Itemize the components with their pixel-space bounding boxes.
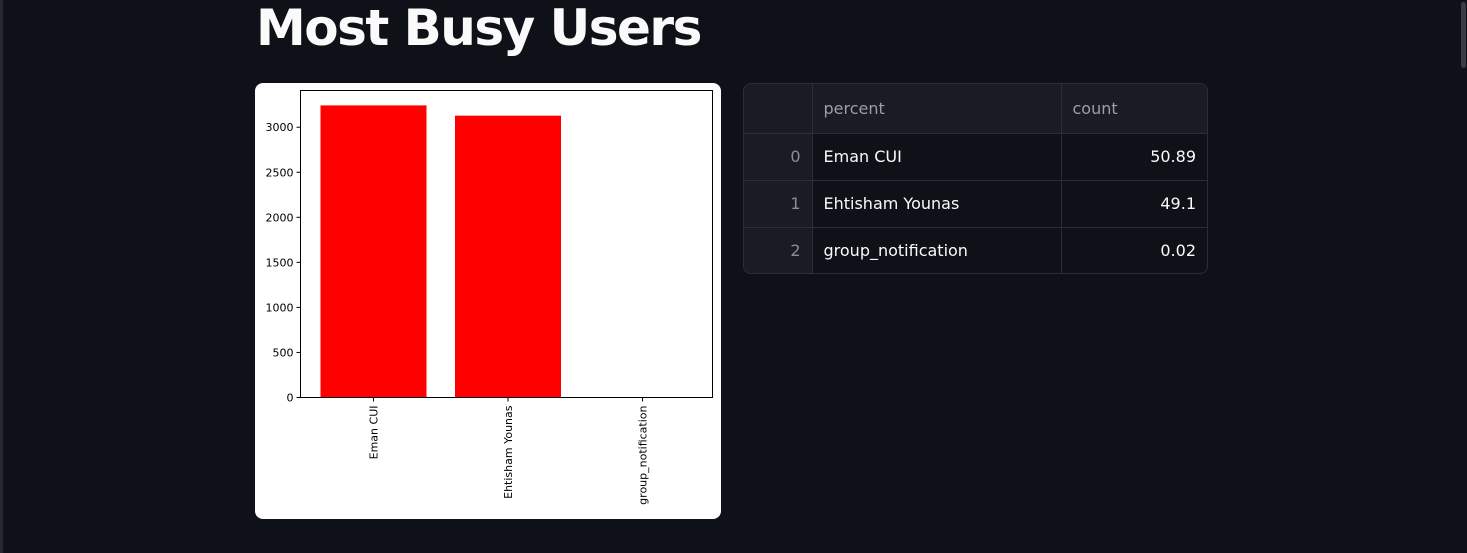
cell-count[interactable]: 50.89 [1061,133,1207,181]
x-tick-label: Eman CUI [368,406,381,460]
cell-percent[interactable]: Eman CUI [812,133,1062,181]
page-title: Most Busy Users [256,0,702,57]
header-count[interactable]: count [1061,84,1207,134]
bar [320,105,427,398]
row-index: 0 [744,133,813,181]
y-tick-label: 0 [287,392,294,405]
table-row[interactable]: 0 Eman CUI 50.89 [744,133,1207,181]
bar [455,115,561,398]
cell-percent[interactable]: Ehtisham Younas [812,180,1062,228]
x-tick-label: group_notification [637,405,650,504]
row-index: 2 [744,227,813,273]
cell-count[interactable]: 49.1 [1061,180,1207,228]
header-percent[interactable]: percent [812,84,1062,134]
y-tick-label: 500 [273,346,294,359]
y-tick-label: 2000 [266,211,294,224]
bar-chart: 0 500 1000 1500 2000 2500 3000 Eman CUI Ehtisha… [266,90,713,505]
cell-count[interactable]: 0.02 [1061,227,1207,273]
x-tick-label: Ehtisham Younas [502,405,515,499]
y-tick-label: 1500 [266,256,294,269]
table-row[interactable]: 1 Ehtisham Younas 49.1 [744,180,1207,228]
dataframe-table[interactable]: percent count 0 Eman CUI 50.89 1 Ehtisha… [743,83,1208,274]
y-tick-label: 1000 [266,301,294,314]
bar-chart-card: 0 500 1000 1500 2000 2500 3000 Eman CUI Ehtisha… [255,83,721,519]
table-header-row: percent count [744,84,1207,134]
sidebar-edge [0,0,3,553]
cell-percent[interactable]: group_notification [812,227,1062,273]
header-index[interactable] [744,84,813,134]
scrollbar-thumb[interactable] [1461,2,1466,68]
app-page: Most Busy Users 0 500 1000 1500 2000 2500 3000… [0,0,1467,553]
y-tick-label: 3000 [266,121,294,134]
page-scrollbar[interactable] [1459,0,1467,553]
y-tick-label: 2500 [266,166,294,179]
table-row[interactable]: 2 group_notification 0.02 [744,227,1207,273]
row-index: 1 [744,180,813,228]
